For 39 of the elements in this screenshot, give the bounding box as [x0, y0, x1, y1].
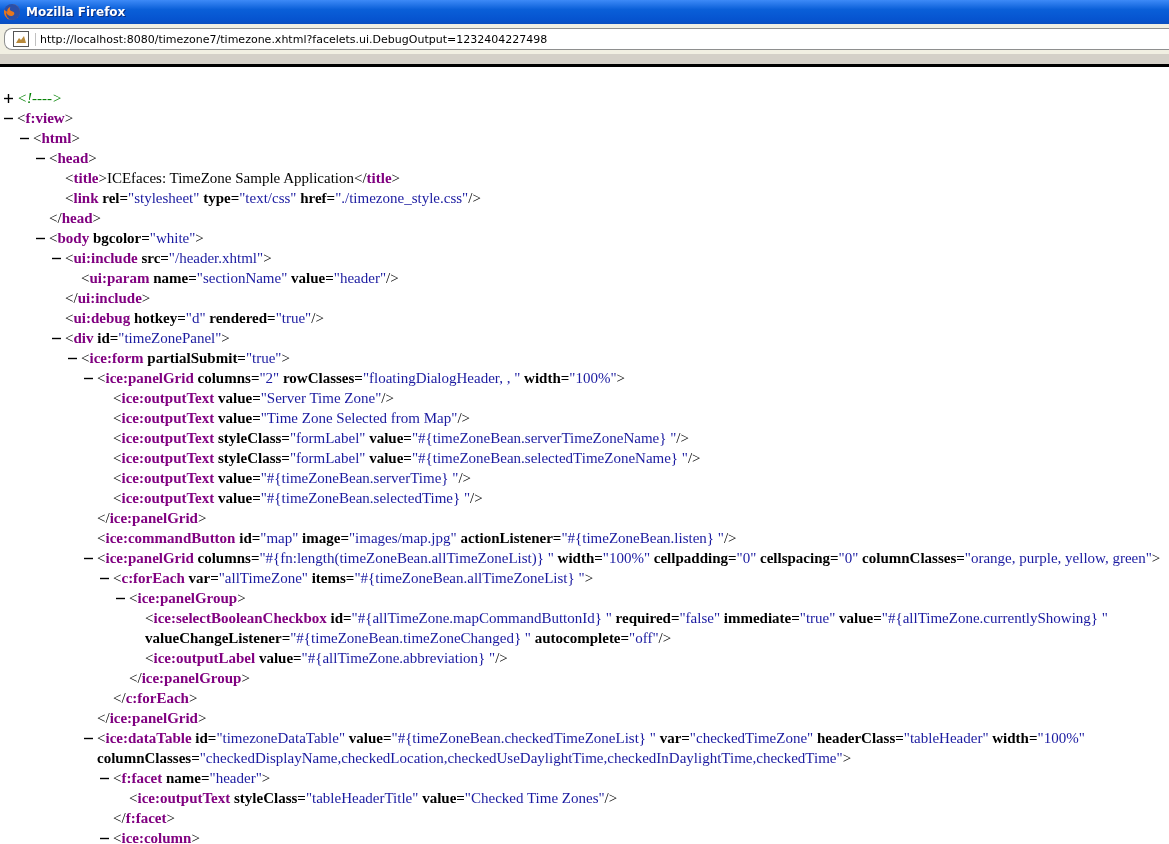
markup-line: <ice:panelGrid columns="#{fn:length(timeZoneBean.allTimeZoneList)} " width="100%" cellpadding="0" cellspacing="0" columnClasses="orange, purple, yellow, green"> — [97, 549, 1161, 568]
markup-line: <f:facet name="header"> — [113, 769, 271, 788]
markup-line: <ice:outputText value="Time Zone Selected from Map"/> — [113, 409, 470, 428]
markup-line: <ui:param name="sectionName" value="header"/> — [81, 269, 399, 288]
markup-line: </ice:panelGrid> — [97, 709, 207, 728]
expand-button[interactable] — [4, 94, 13, 103]
page-icon — [13, 31, 29, 47]
markup-line: <ice:outputText value="Server Time Zone"/> — [113, 389, 394, 408]
markup-line: <ice:outputText styleClass="tableHeaderTitle" value="Checked Time Zones"/> — [129, 789, 618, 808]
markup-line: <title>ICEfaces: TimeZone Sample Application</title> — [65, 169, 401, 188]
markup-line: <ice:column> — [113, 829, 200, 844]
markup-line: <body bgcolor="white"> — [49, 229, 204, 248]
markup-line: <ice:outputLabel value="#{allTimeZone.abbreviation} "/> — [145, 649, 508, 668]
markup-line: <ice:commandButton id="map" image="images/map.jpg" actionListener="#{timeZoneBean.listen} "/> — [97, 529, 737, 548]
firefox-logo-icon — [3, 3, 21, 21]
markup-line: <f:view> — [17, 109, 74, 128]
window-title: Mozilla Firefox — [26, 5, 126, 19]
address-field[interactable]: http://localhost:8080/timezone7/timezone.xhtml?facelets.ui.DebugOutput=1232404227498 — [4, 28, 1169, 50]
markup-line: </ui:include> — [65, 289, 151, 308]
markup-line: </ice:panelGrid> — [97, 509, 207, 528]
markup-line: <ice:outputText styleClass="formLabel" value="#{timeZoneBean.selectedTimeZoneName} "/> — [113, 449, 701, 468]
markup-line: <c:forEach var="allTimeZone" items="#{timeZoneBean.allTimeZoneList} "> — [113, 569, 594, 588]
markup-line: </f:facet> — [113, 809, 175, 828]
markup-line: <ice:outputText value="#{timeZoneBean.selectedTime} "/> — [113, 489, 483, 508]
markup-line: <ui:debug hotkey="d" rendered="true"/> — [65, 309, 324, 328]
markup-line: <div id="timeZonePanel"> — [65, 329, 230, 348]
markup-line: <link rel="stylesheet" type="text/css" href="./timezone_style.css"/> — [65, 189, 481, 208]
markup-line: <ui:include src="/header.xhtml"> — [65, 249, 272, 268]
markup-line: <ice:outputText value="#{timeZoneBean.serverTime} "/> — [113, 469, 472, 488]
markup-line: </c:forEach> — [113, 689, 198, 708]
markup-line: </ice:panelGroup> — [129, 669, 250, 688]
markup-line: <head> — [49, 149, 97, 168]
markup-line: <ice:form partialSubmit="true"> — [81, 349, 290, 368]
markup-line: </head> — [49, 209, 101, 228]
markup-line: <ice:panelGrid columns="2" rowClasses="floatingDialogHeader, , " width="100%"> — [97, 369, 625, 388]
markup-line: <ice:panelGroup> — [129, 589, 246, 608]
markup-line: <ice:outputText styleClass="formLabel" value="#{timeZoneBean.serverTimeZoneName} "/> — [113, 429, 689, 448]
markup-line: <!----> — [17, 89, 63, 108]
markup-line: <html> — [33, 129, 80, 148]
